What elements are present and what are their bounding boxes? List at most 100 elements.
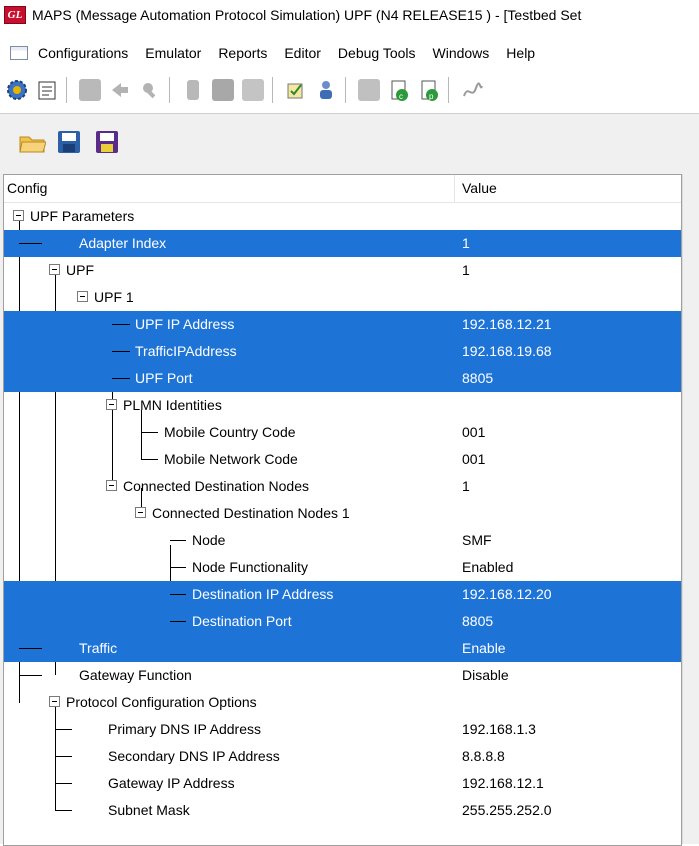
collapse-toggle-icon[interactable] (13, 210, 24, 221)
tree-row-node[interactable]: Node SMF (4, 527, 681, 554)
tree-connector-line (170, 621, 186, 622)
collapse-toggle-icon[interactable] (135, 507, 146, 518)
tree-header: Config Value (4, 175, 681, 203)
tree-row-connected-destination-nodes-1[interactable]: Connected Destination Nodes 1 (4, 500, 681, 527)
row-value[interactable]: 192.168.12.20 (462, 586, 552, 602)
tree-row-upf-ip-address[interactable]: UPF IP Address 192.168.12.21 (4, 311, 681, 338)
toolbar-separator (169, 77, 170, 103)
call-generate-icon[interactable]: c (386, 77, 412, 103)
collapse-toggle-icon[interactable] (77, 291, 88, 302)
config-column-header[interactable]: Config (7, 180, 47, 196)
window-menu-icon[interactable] (10, 46, 28, 60)
tree-connector-line (112, 378, 130, 379)
config-tree[interactable]: Config Value UPF Parameters Adapter Inde… (3, 174, 682, 846)
tree-connector-line (55, 810, 72, 811)
row-label: UPF IP Address (135, 316, 235, 332)
menu-windows[interactable]: Windows (433, 45, 490, 61)
row-value[interactable]: 192.168.12.21 (462, 316, 552, 332)
tree-connector-line (141, 459, 158, 460)
menu-help[interactable]: Help (506, 45, 535, 61)
column-divider[interactable] (454, 175, 455, 202)
tree-row-destination-ip-address[interactable]: Destination IP Address 192.168.12.20 (4, 581, 681, 608)
app-logo-icon: GL (4, 6, 26, 24)
row-value[interactable]: 1 (462, 262, 470, 278)
row-label: Mobile Network Code (164, 451, 298, 467)
call-process-icon[interactable]: p (416, 77, 442, 103)
row-value[interactable]: Enabled (462, 559, 513, 575)
menu-reports[interactable]: Reports (218, 45, 267, 61)
tree-row-adapter-index[interactable]: Adapter Index 1 (4, 230, 681, 257)
main-toolbar: c p (0, 73, 699, 107)
row-label: Destination Port (192, 613, 292, 629)
row-value[interactable]: 1 (462, 235, 470, 251)
tree-row-gateway-function[interactable]: Gateway Function Disable (4, 662, 681, 689)
row-value[interactable]: 8805 (462, 613, 493, 629)
value-column-header[interactable]: Value (462, 180, 497, 196)
row-value[interactable]: 192.168.12.1 (462, 775, 544, 791)
collapse-toggle-icon[interactable] (49, 696, 60, 707)
tree-row-gateway-ip-address[interactable]: Gateway IP Address 192.168.12.1 (4, 770, 681, 797)
row-label: Destination IP Address (192, 586, 334, 602)
menu-configurations[interactable]: Configurations (38, 45, 128, 61)
vertical-scrollbar[interactable] (682, 174, 699, 844)
row-value[interactable]: 8805 (462, 370, 493, 386)
square-gray-icon[interactable] (356, 77, 382, 103)
menu-editor[interactable]: Editor (284, 45, 321, 61)
tree-row-connected-destination-nodes[interactable]: Connected Destination Nodes 1 (4, 473, 681, 500)
save-icon[interactable] (56, 129, 82, 157)
tree-row-protocol-configuration-options[interactable]: Protocol Configuration Options (4, 689, 681, 716)
collapse-toggle-icon[interactable] (106, 399, 117, 410)
row-value[interactable]: 8.8.8.8 (462, 748, 505, 764)
tree-connector-line (55, 756, 72, 757)
open-folder-icon[interactable] (18, 129, 47, 157)
tree-row-upf-1[interactable]: UPF 1 (4, 284, 681, 311)
tree-row-node-functionality[interactable]: Node Functionality Enabled (4, 554, 681, 581)
collapse-toggle-icon[interactable] (49, 264, 60, 275)
tree-row-mobile-network-code[interactable]: Mobile Network Code 001 (4, 446, 681, 473)
row-value[interactable]: 001 (462, 424, 485, 440)
signature-icon[interactable] (459, 77, 485, 103)
title-bar: GL MAPS (Message Automation Protocol Sim… (0, 0, 699, 30)
row-value[interactable]: Enable (462, 640, 506, 656)
menu-debug-tools[interactable]: Debug Tools (338, 45, 416, 61)
phone-gray-icon[interactable] (180, 77, 206, 103)
menu-emulator[interactable]: Emulator (145, 45, 201, 61)
save-as-icon[interactable] (94, 129, 120, 157)
tree-connector-line (55, 729, 72, 730)
row-value[interactable]: 001 (462, 451, 485, 467)
row-label: Node Functionality (192, 559, 308, 575)
toolbar-separator (448, 77, 449, 103)
row-label: Traffic (79, 640, 118, 656)
checklist-icon[interactable] (283, 77, 309, 103)
tree-row-traffic-ip-address[interactable]: TrafficIPAddress 192.168.19.68 (4, 338, 681, 365)
row-value[interactable]: 255.255.252.0 (462, 802, 552, 818)
arrow-gray-icon[interactable] (107, 77, 133, 103)
tree-row-mobile-country-code[interactable]: Mobile Country Code 001 (4, 419, 681, 446)
gear-icon[interactable] (4, 77, 30, 103)
script-gray-icon[interactable] (77, 77, 103, 103)
bag-gray-icon[interactable] (210, 77, 236, 103)
row-value[interactable]: 1 (462, 478, 470, 494)
row-value[interactable]: SMF (462, 532, 492, 548)
row-value[interactable]: 192.168.1.3 (462, 721, 536, 737)
row-value[interactable]: Disable (462, 667, 509, 683)
square-gray-icon[interactable] (240, 77, 266, 103)
tool-gray-icon[interactable] (137, 77, 163, 103)
collapse-toggle-icon[interactable] (106, 480, 117, 491)
tree-connector-line (141, 432, 158, 433)
tree-row-subnet-mask[interactable]: Subnet Mask 255.255.252.0 (4, 797, 681, 824)
tree-row-destination-port[interactable]: Destination Port 8805 (4, 608, 681, 635)
tree-row-primary-dns-ip-address[interactable]: Primary DNS IP Address 192.168.1.3 (4, 716, 681, 743)
notepad-icon[interactable] (34, 77, 60, 103)
tree-row-upf[interactable]: UPF 1 (4, 257, 681, 284)
person-icon[interactable] (313, 77, 339, 103)
row-value[interactable]: 192.168.19.68 (462, 343, 552, 359)
tree-row-plmn-identities[interactable]: PLMN Identities (4, 392, 681, 419)
toolbar-separator (272, 77, 273, 103)
tree-row-traffic[interactable]: Traffic Enable (4, 635, 681, 662)
tree-row-upf-parameters[interactable]: UPF Parameters (4, 203, 681, 230)
tree-row-secondary-dns-ip-address[interactable]: Secondary DNS IP Address 8.8.8.8 (4, 743, 681, 770)
tree-connector-line (19, 648, 42, 649)
tree-connector-line (112, 351, 130, 352)
tree-row-upf-port[interactable]: UPF Port 8805 (4, 365, 681, 392)
